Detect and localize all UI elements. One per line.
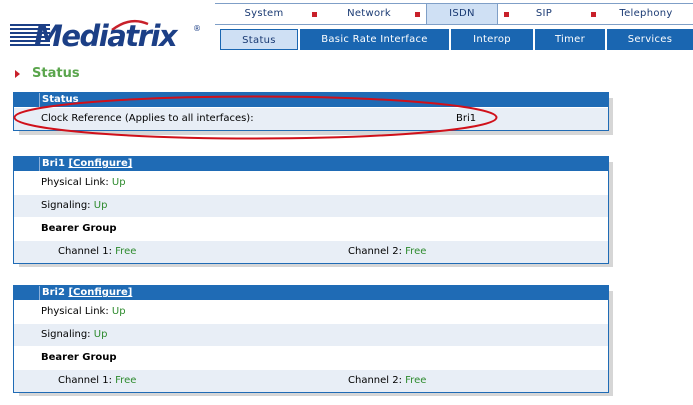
separator-square-icon — [312, 12, 317, 17]
channel1-cell: Channel 1: Free — [58, 241, 136, 263]
separator-square-icon — [591, 12, 596, 17]
separator-square-icon — [504, 12, 509, 17]
bearer-group-label: Bearer Group — [41, 223, 117, 234]
channel1-value: Free — [115, 246, 137, 257]
bri2-header-text: Bri2 [Configure] — [42, 286, 132, 300]
physical-link-label-text: Physical Link: — [41, 177, 109, 188]
bri1-panel-header: Bri1 [Configure] — [14, 157, 608, 171]
bri1-signaling-row: Signaling: Up — [14, 194, 608, 217]
subnav-basic-rate-interface[interactable]: Basic Rate Interface — [300, 29, 449, 50]
channel2-cell: Channel 2: Free — [348, 241, 426, 263]
bri1-header-text: Bri1 [Configure] — [42, 157, 132, 171]
signaling-value: Up — [93, 329, 108, 340]
separator-square-icon — [415, 12, 420, 17]
bri1-bearer-group-row: Bearer Group — [14, 217, 608, 240]
signaling-label: Signaling: Up — [41, 195, 107, 217]
channel2-label: Channel 2: — [348, 246, 402, 257]
physical-link-value: Up — [111, 306, 126, 317]
bri1-name: Bri1 — [42, 158, 65, 169]
channel1-value: Free — [115, 375, 137, 386]
bri1-configure-link[interactable]: [Configure] — [68, 158, 132, 169]
bri2-panel-header: Bri2 [Configure] — [14, 286, 608, 300]
bri2-physical-link-row: Physical Link: Up — [14, 300, 608, 323]
channel2-value: Free — [405, 246, 427, 257]
top-navigation: System Network ISDN SIP Telephony — [215, 3, 693, 25]
physical-link-value: Up — [111, 177, 126, 188]
bri1-panel: Bri1 [Configure] Physical Link: Up Signa… — [13, 156, 609, 264]
header-left-cell — [14, 157, 40, 171]
subnav-services[interactable]: Services — [607, 29, 693, 50]
bri1-physical-link-row: Physical Link: Up — [14, 171, 608, 194]
bri2-signaling-row: Signaling: Up — [14, 323, 608, 346]
channel2-value: Free — [405, 375, 427, 386]
bri2-name: Bri2 — [42, 287, 65, 298]
clock-reference-value: Bri1 — [456, 113, 477, 124]
bri2-bearer-group-row: Bearer Group — [14, 346, 608, 369]
bri2-panel: Bri2 [Configure] Physical Link: Up Signa… — [13, 285, 609, 393]
bri2-channels-row: Channel 1: Free Channel 2: Free — [14, 369, 608, 392]
physical-link-label: Physical Link: Up — [41, 301, 126, 323]
channel2-cell: Channel 2: Free — [348, 370, 426, 392]
bri2-configure-link[interactable]: [Configure] — [68, 287, 132, 298]
physical-link-label: Physical Link: Up — [41, 172, 126, 194]
sub-navigation: Status Basic Rate Interface Interop Time… — [220, 29, 693, 50]
channel1-cell: Channel 1: Free — [58, 370, 136, 392]
title-arrow-icon — [15, 70, 20, 78]
topnav-telephony[interactable]: Telephony — [599, 4, 693, 24]
channel2-label: Channel 2: — [348, 375, 402, 386]
channel1-label: Channel 1: — [58, 246, 112, 257]
topnav-isdn[interactable]: ISDN — [426, 4, 498, 24]
topnav-system[interactable]: System — [215, 4, 313, 24]
topnav-network[interactable]: Network — [318, 4, 420, 24]
status-panel-title: Status — [42, 94, 79, 105]
signaling-label-text: Signaling: — [41, 200, 91, 211]
signaling-label: Signaling: Up — [41, 324, 107, 346]
status-panel: Status Clock Reference (Applies to all i… — [13, 92, 609, 131]
logo-wordmark: Mediatrix — [34, 19, 178, 53]
status-panel-header: Status — [14, 93, 608, 107]
physical-link-label-text: Physical Link: — [41, 306, 109, 317]
bri1-channels-row: Channel 1: Free Channel 2: Free — [14, 240, 608, 263]
header-left-cell — [14, 286, 40, 300]
clock-reference-row: Clock Reference (Applies to all interfac… — [14, 107, 608, 130]
page-title-text: Status — [32, 66, 80, 81]
subnav-timer[interactable]: Timer — [535, 29, 605, 50]
subnav-interop[interactable]: Interop — [451, 29, 533, 50]
channel1-label: Channel 1: — [58, 375, 112, 386]
topnav-sip[interactable]: SIP — [510, 4, 578, 24]
logo-registered-mark: ® — [193, 24, 201, 33]
clock-reference-label: Clock Reference (Applies to all interfac… — [41, 113, 254, 124]
bearer-group-label: Bearer Group — [41, 352, 117, 363]
subnav-status[interactable]: Status — [220, 29, 298, 50]
header-left-cell — [14, 93, 40, 107]
signaling-value: Up — [93, 200, 108, 211]
signaling-label-text: Signaling: — [41, 329, 91, 340]
mediatrix-logo: Mediatrix ® — [10, 16, 205, 56]
